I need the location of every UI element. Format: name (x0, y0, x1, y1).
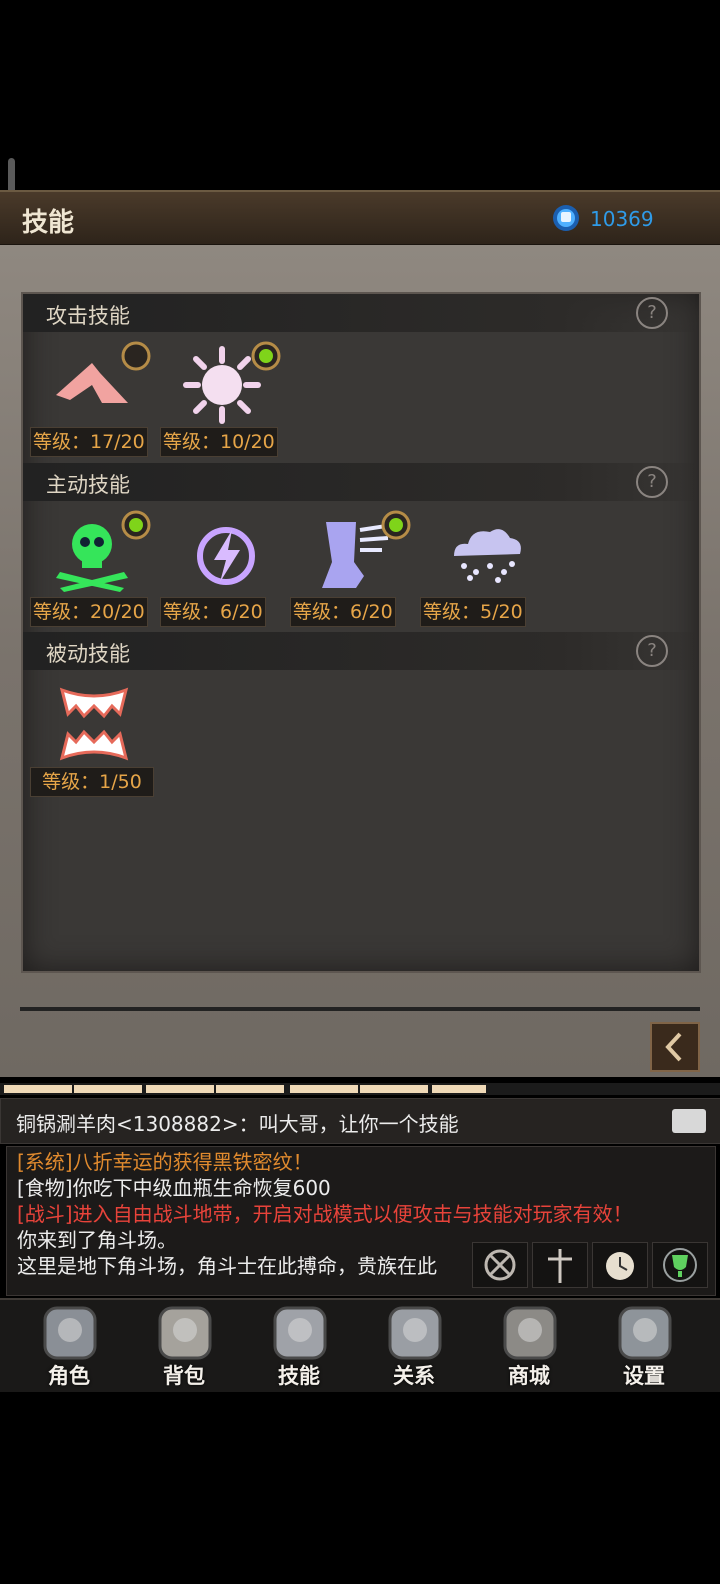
skill-book-icon (273, 1306, 327, 1360)
passive-skills-title: 被动技能 (46, 642, 130, 666)
skill-equipped-icon (121, 510, 151, 540)
nav-item[interactable]: 角色 (14, 1298, 124, 1390)
skill-level: 等级：6/20 (290, 597, 396, 627)
sun-burst-icon[interactable] (182, 345, 262, 425)
nav-label: 技能 (278, 1364, 320, 1388)
chat-message: 铜锅涮羊肉<1308882>：叫大哥，让你一个技能 (16, 1112, 459, 1136)
trident-icon[interactable] (532, 1242, 588, 1288)
skill-level: 等级：10/20 (160, 427, 278, 457)
nav-item[interactable]: 设置 (589, 1298, 699, 1390)
help-icon[interactable]: ? (636, 466, 668, 498)
alarm-clock-icon[interactable] (592, 1242, 648, 1288)
fangs-icon[interactable] (54, 684, 134, 764)
nav-label: 关系 (393, 1364, 435, 1388)
log-line: [战斗]进入自由战斗地带，开启对战模式以便攻击与技能对玩家有效！ (17, 1202, 633, 1226)
storm-cloud-icon[interactable] (446, 516, 526, 596)
skill-equipped-icon (381, 510, 411, 540)
currency-amount: 10369 (590, 207, 654, 231)
nav-item[interactable]: 商城 (474, 1298, 584, 1390)
trophy-icon[interactable] (652, 1242, 708, 1288)
lightning-icon[interactable] (186, 516, 266, 596)
settings-gear-icon (618, 1306, 672, 1360)
treasure-chest-icon (503, 1306, 557, 1360)
nav-label: 背包 (163, 1364, 205, 1388)
attack-skills-title: 攻击技能 (46, 304, 130, 328)
skill-level: 等级：17/20 (30, 427, 148, 457)
helmet-icon (43, 1306, 97, 1360)
nav-item[interactable]: 技能 (244, 1298, 354, 1390)
skill-slot-empty-icon (121, 341, 151, 371)
handshake-icon (388, 1306, 442, 1360)
crossed-swords-icon[interactable] (472, 1242, 528, 1288)
page-title: 技能 (22, 208, 75, 238)
help-icon[interactable]: ? (636, 635, 668, 667)
active-skills-title: 主动技能 (46, 473, 130, 497)
nav-label: 角色 (48, 1364, 90, 1388)
log-line: [食物]你吃下中级血瓶生命恢复600 (17, 1176, 331, 1200)
experience-bar (0, 1083, 720, 1095)
skill-level: 等级：5/20 (420, 597, 526, 627)
backpack-icon (158, 1306, 212, 1360)
chevron-left-icon (665, 1032, 682, 1062)
chat-input-icon[interactable] (672, 1109, 706, 1133)
divider (20, 1007, 700, 1011)
poison-skull-icon[interactable] (52, 514, 132, 594)
nav-item[interactable]: 关系 (359, 1298, 469, 1390)
skill-level: 等级：1/50 (30, 767, 154, 797)
skill-equipped-icon (251, 341, 281, 371)
skill-level: 等级：20/20 (30, 597, 148, 627)
back-button[interactable] (650, 1022, 700, 1072)
nav-item[interactable]: 背包 (129, 1298, 239, 1390)
slash-icon[interactable] (52, 345, 132, 425)
log-line: [系统]八折幸运的获得黑铁密纹！ (17, 1150, 313, 1174)
help-icon[interactable]: ? (636, 297, 668, 329)
nav-label: 商城 (508, 1364, 550, 1388)
skill-level: 等级：6/20 (160, 597, 266, 627)
nav-label: 设置 (623, 1364, 665, 1388)
blue-gem-icon (553, 205, 579, 231)
